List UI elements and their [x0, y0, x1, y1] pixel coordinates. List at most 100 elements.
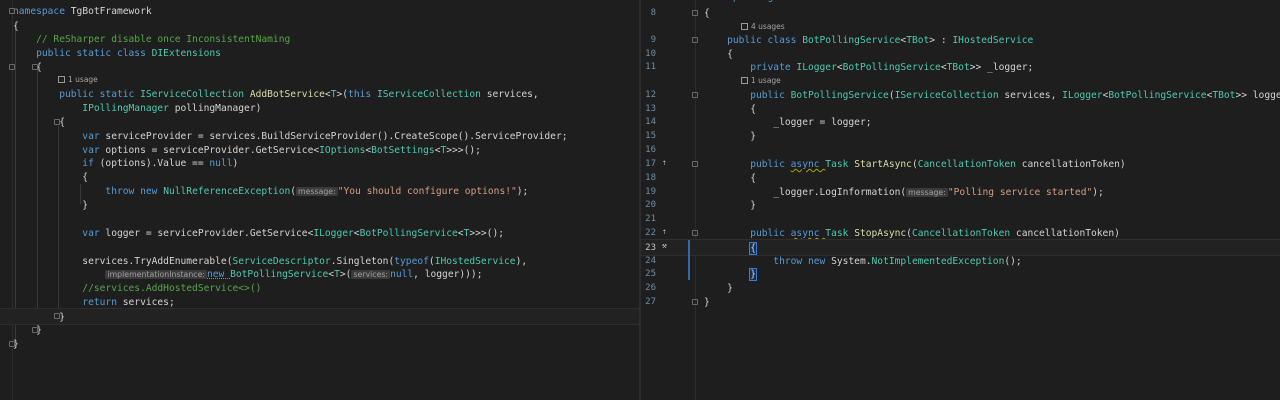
code-token: NullReferenceException — [163, 186, 291, 197]
code-line-text: } — [704, 294, 710, 311]
code-token: } — [704, 131, 756, 142]
code-token: TBot — [906, 35, 930, 46]
implements-icon[interactable]: ⇡ — [662, 227, 667, 236]
code-token: IServiceCollection — [140, 89, 250, 100]
code-token: >( — [336, 89, 349, 100]
parameter-hint: services: — [351, 270, 391, 279]
code-line[interactable]: } — [0, 336, 639, 353]
code-token: { — [704, 173, 756, 184]
code-token: public static class — [13, 48, 152, 59]
line-number: 27 — [645, 297, 656, 307]
code-token: BotPollingService — [230, 269, 329, 280]
line-number: 8 — [650, 8, 656, 18]
fold-toggle-icon[interactable] — [692, 230, 698, 236]
code-token: IPollingManager — [13, 103, 175, 114]
code-line[interactable]: 8{ — [641, 5, 1280, 22]
code-token: Task — [825, 228, 855, 239]
code-line-text: { — [704, 5, 710, 22]
code-token: this — [348, 89, 377, 100]
code-token: return — [13, 297, 123, 308]
code-token: ILogger — [313, 228, 354, 239]
fold-toggle-icon[interactable] — [32, 327, 38, 333]
code-token: namespace — [13, 6, 71, 17]
code-lens-label: 1 usage — [68, 75, 98, 84]
code-token: TBot — [1212, 90, 1236, 101]
editor-pane-right[interactable]: namespace TgBotFramework4 usages1 usage8… — [641, 0, 1280, 400]
code-token: public — [704, 228, 791, 239]
code-token: } — [749, 268, 757, 281]
code-token: null — [390, 269, 414, 280]
code-token: TBot — [946, 62, 970, 73]
code-token: logger = serviceProvider.GetService< — [105, 228, 314, 239]
code-token: BotPollingService — [802, 35, 901, 46]
code-token: DIExtensions — [151, 48, 221, 59]
code-token: throw new — [13, 186, 164, 197]
code-token: Task — [825, 159, 855, 170]
fold-toggle-icon[interactable] — [54, 119, 60, 125]
editor-pane-left[interactable]: 1 usage namespace TgBotFramework { // ReSh… — [0, 0, 639, 400]
code-token: BotPollingService — [790, 90, 889, 101]
code-token: "You should configure options!" — [337, 186, 517, 197]
parameter-hint: implementationInstance: — [105, 270, 207, 279]
code-token: } — [13, 200, 89, 211]
fold-toggle-icon[interactable] — [32, 64, 38, 70]
code-token: var — [13, 131, 106, 142]
fold-toggle-icon[interactable] — [9, 341, 15, 347]
code-token: async — [790, 159, 826, 170]
code-token: >> logger) — [1235, 90, 1280, 101]
code-line[interactable]: { — [0, 59, 639, 76]
code-token: BotPollingService — [359, 228, 458, 239]
fold-toggle-icon[interactable] — [692, 92, 698, 98]
code-token: } — [704, 297, 710, 308]
code-token: async — [790, 228, 826, 239]
code-token: } — [704, 283, 733, 294]
code-token: public class — [704, 35, 803, 46]
code-token: //services.AddHostedService<>() — [13, 283, 262, 294]
code-token: serviceProvider = services.BuildServiceP… — [105, 131, 568, 142]
code-token: BotPollingService — [842, 62, 941, 73]
fold-toggle-icon[interactable] — [692, 299, 698, 305]
code-token: var — [13, 228, 106, 239]
fold-toggle-icon[interactable] — [692, 161, 698, 167]
code-token: StartAsync — [854, 159, 912, 170]
code-token: ) — [232, 158, 239, 169]
code-line-text: private ILogger<BotPollingService<TBot>>… — [704, 59, 1033, 76]
fold-toggle-icon[interactable] — [692, 10, 698, 16]
code-token: > : — [929, 35, 953, 46]
code-token: { — [704, 8, 710, 19]
code-token: services, — [486, 89, 539, 100]
code-token: new — [207, 269, 231, 280]
fold-toggle-icon[interactable] — [9, 8, 15, 14]
hammer-icon[interactable]: ⚒ — [662, 241, 667, 250]
fold-toggle-icon[interactable] — [54, 313, 60, 319]
code-lens-icon — [741, 22, 748, 30]
code-token: IHostedService — [952, 35, 1034, 46]
code-token: BotPollingService — [1108, 90, 1207, 101]
code-token: { — [13, 172, 89, 183]
code-token: ); — [516, 186, 529, 197]
editor-split-view: 1 usage namespace TgBotFramework { // ReSh… — [0, 0, 1280, 400]
code-token: pollingManager) — [174, 103, 262, 114]
code-lens-icon — [58, 75, 65, 83]
code-token: (options).Value == — [99, 158, 210, 169]
code-token: >( — [339, 269, 352, 280]
parameter-hint: message: — [296, 187, 338, 196]
code-lens-label: 4 usages — [751, 22, 785, 31]
code-token: if — [13, 158, 100, 169]
code-line[interactable]: 11 private ILogger<BotPollingService<TBo… — [641, 59, 1280, 76]
code-token: _logger = logger; — [704, 117, 872, 128]
fold-toggle-icon[interactable] — [9, 64, 15, 70]
implements-icon[interactable]: ⇡ — [662, 158, 667, 167]
code-token: TgBotFramework — [70, 6, 152, 17]
code-token: private — [704, 62, 797, 73]
change-marker — [688, 240, 690, 280]
code-token: >>>(); — [469, 228, 504, 239]
code-token: IServiceCollection — [894, 90, 1005, 101]
code-token: cancellationToken) — [1021, 159, 1126, 170]
code-token: services; — [122, 297, 175, 308]
code-token: } — [704, 200, 756, 211]
code-token: IServiceCollection — [376, 89, 487, 100]
code-line[interactable]: 27} — [641, 294, 1280, 311]
fold-toggle-icon[interactable] — [692, 37, 698, 43]
